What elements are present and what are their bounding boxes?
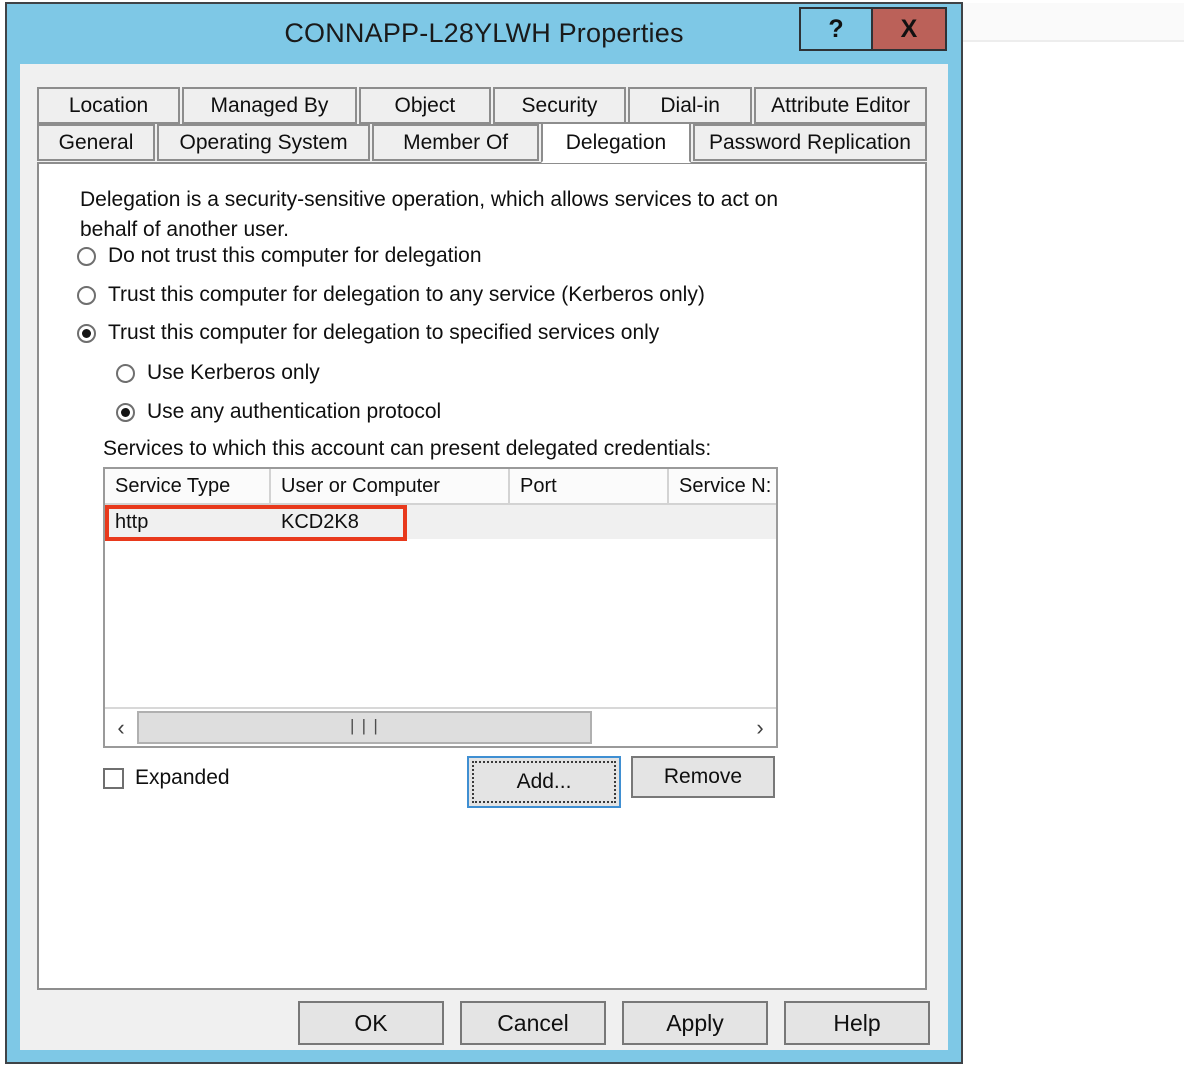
radio-use-any-auth-protocol[interactable]: Use any authentication protocol bbox=[116, 400, 441, 424]
tab-operating-system[interactable]: Operating System bbox=[157, 124, 371, 161]
add-button[interactable]: Add... bbox=[467, 756, 621, 808]
titlebar-buttons: ? X bbox=[799, 7, 947, 51]
remove-button[interactable]: Remove bbox=[631, 756, 775, 798]
dialog-body: Location Managed By Object Security Dial… bbox=[20, 64, 948, 1050]
tab-attribute-editor[interactable]: Attribute Editor bbox=[754, 87, 927, 124]
tab-general[interactable]: General bbox=[37, 124, 156, 161]
radio-trust-any-service[interactable]: Trust this computer for delegation to an… bbox=[77, 283, 705, 307]
tab-managed-by[interactable]: Managed By bbox=[182, 87, 357, 124]
radio-indicator-trust-any-service bbox=[77, 285, 96, 305]
tab-delegation[interactable]: Delegation bbox=[541, 122, 691, 163]
radio-label-do-not-trust: Do not trust this computer for delegatio… bbox=[108, 244, 482, 267]
background-window-header bbox=[962, 3, 1184, 42]
scrollbar-track[interactable]: ||| bbox=[137, 709, 744, 746]
tab-strip: Location Managed By Object Security Dial… bbox=[37, 87, 927, 163]
properties-dialog: CONNAPP-L28YLWH Properties ? X Location … bbox=[5, 2, 963, 1064]
expanded-checkbox-label: Expanded bbox=[135, 766, 230, 789]
cancel-button[interactable]: Cancel bbox=[460, 1001, 606, 1045]
help-footer-button[interactable]: Help bbox=[784, 1001, 930, 1045]
tab-member-of[interactable]: Member Of bbox=[372, 124, 540, 161]
radio-indicator-trust-specified-services bbox=[77, 323, 96, 343]
radio-label-use-kerberos-only: Use Kerberos only bbox=[147, 361, 320, 384]
ok-button[interactable]: OK bbox=[298, 1001, 444, 1045]
close-button[interactable]: X bbox=[873, 9, 945, 49]
listview-rows: http KCD2K8 bbox=[105, 505, 776, 705]
tab-password-replication[interactable]: Password Replication bbox=[692, 124, 927, 161]
radio-trust-specified-services[interactable]: Trust this computer for delegation to sp… bbox=[77, 321, 659, 345]
column-header-service-type[interactable]: Service Type bbox=[105, 469, 271, 503]
scrollbar-thumb[interactable]: ||| bbox=[137, 711, 593, 744]
services-listview[interactable]: Service Type User or Computer Port Servi… bbox=[103, 467, 778, 748]
column-header-user-or-computer[interactable]: User or Computer bbox=[271, 469, 510, 503]
table-row[interactable]: http KCD2K8 bbox=[105, 505, 776, 539]
cell-service-type: http bbox=[115, 510, 149, 533]
tab-object[interactable]: Object bbox=[358, 87, 491, 124]
checkbox-indicator-expanded bbox=[103, 767, 124, 789]
column-header-port[interactable]: Port bbox=[510, 469, 669, 503]
radio-use-kerberos-only[interactable]: Use Kerberos only bbox=[116, 361, 320, 385]
tab-dial-in[interactable]: Dial-in bbox=[628, 87, 753, 124]
background-window bbox=[962, 0, 1184, 1082]
delegation-description: Delegation is a security-sensitive opera… bbox=[80, 188, 778, 241]
scrollbar-grip-icon: ||| bbox=[347, 718, 383, 737]
radio-indicator-do-not-trust bbox=[77, 246, 96, 266]
help-button[interactable]: ? bbox=[801, 9, 873, 49]
tab-security[interactable]: Security bbox=[492, 87, 627, 124]
column-header-service-name[interactable]: Service N: bbox=[669, 469, 776, 503]
add-button-label: Add... bbox=[472, 761, 616, 803]
radio-label-trust-specified-services: Trust this computer for delegation to sp… bbox=[108, 321, 660, 344]
scroll-right-arrow-icon[interactable]: › bbox=[744, 709, 776, 746]
listview-header: Service Type User or Computer Port Servi… bbox=[105, 469, 776, 505]
radio-indicator-use-kerberos-only bbox=[116, 363, 135, 383]
radio-label-trust-any-service: Trust this computer for delegation to an… bbox=[108, 283, 705, 306]
services-list-label: Services to which this account can prese… bbox=[103, 437, 712, 460]
horizontal-scrollbar[interactable]: ‹ ||| › bbox=[105, 707, 776, 746]
radio-indicator-use-any-auth-protocol bbox=[116, 402, 135, 422]
radio-label-use-any-auth-protocol: Use any authentication protocol bbox=[147, 400, 442, 423]
radio-do-not-trust[interactable]: Do not trust this computer for delegatio… bbox=[77, 244, 482, 268]
delegation-tab-panel: Delegation is a security-sensitive opera… bbox=[37, 162, 927, 990]
cell-user-or-computer: KCD2K8 bbox=[281, 510, 359, 533]
tab-row-2: General Operating System Member Of Deleg… bbox=[37, 122, 927, 163]
tab-row-1: Location Managed By Object Security Dial… bbox=[37, 87, 927, 124]
tab-location[interactable]: Location bbox=[37, 87, 181, 124]
titlebar: CONNAPP-L28YLWH Properties ? X bbox=[7, 4, 961, 66]
scroll-left-arrow-icon[interactable]: ‹ bbox=[105, 709, 137, 746]
expanded-checkbox[interactable]: Expanded bbox=[103, 766, 230, 790]
apply-button[interactable]: Apply bbox=[622, 1001, 768, 1045]
